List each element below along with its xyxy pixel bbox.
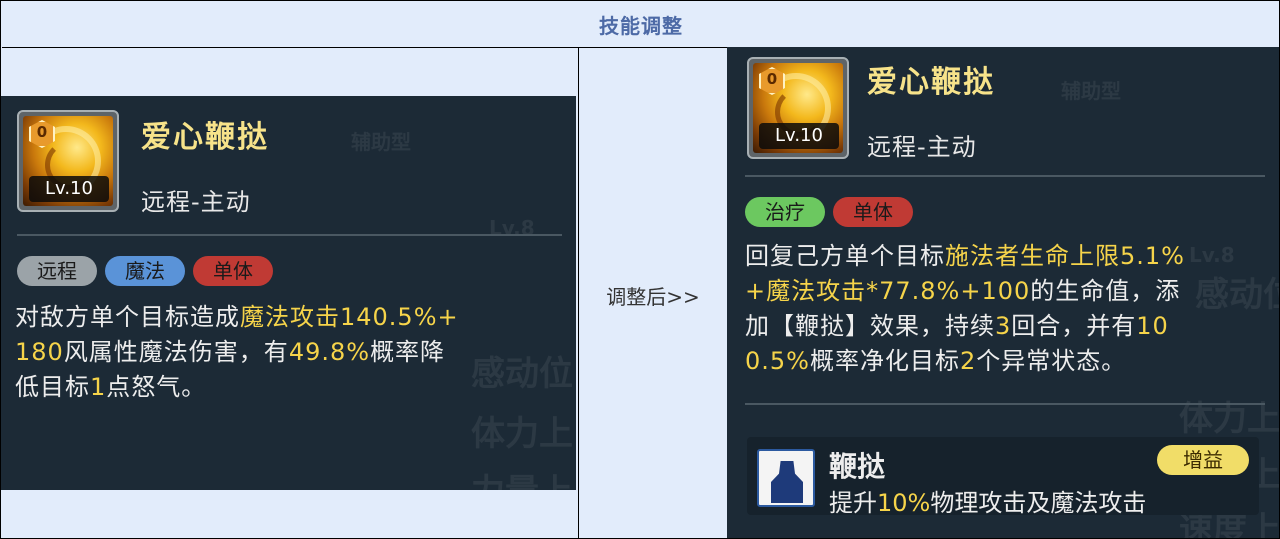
desc-highlight: +魔法攻击*77.8%+100 [745, 277, 1031, 305]
desc-highlight: 2 [959, 347, 977, 375]
skill-name: 爱心鞭挞 [141, 120, 269, 155]
buff-desc-highlight: 10% [877, 489, 931, 517]
watermark-text: 体力上 [471, 414, 573, 454]
watermark-text: 力量上 [471, 464, 573, 490]
divider [17, 234, 562, 236]
skill-type: 远程-主动 [867, 133, 977, 161]
desc-segment: 个异常状态。 [976, 347, 1127, 375]
after-adjust-label: 调整后>> [606, 285, 700, 309]
tag-heal: 治疗 [745, 197, 825, 227]
desc-segment: 点怒气。 [106, 373, 207, 401]
buff-card: 鞭挞 增益 提升10%物理攻击及魔法攻击 [747, 437, 1259, 518]
desc-highlight: 3 [995, 312, 1012, 340]
desc-highlight: 魔法攻击140.5%+ [240, 303, 459, 331]
skill-panel-after: 辅助型 Lv.8 感动位 体力上 力量上 速度上 0 Lv.10 爱心鞭挞 远程… [727, 47, 1279, 538]
buff-desc-segment: 提升 [829, 489, 877, 517]
skill-panel-before: 辅助型 Lv.8 感动位 体力上 力量上 0 Lv.10 爱心鞭挞 远程-主动 … [1, 96, 576, 490]
desc-segment: 低目标 [15, 373, 90, 401]
buff-figure-icon [757, 449, 815, 507]
page-title: 技能调整 [599, 14, 683, 38]
desc-segment: 对敌方单个目标造成 [15, 303, 240, 331]
watermark-text: 辅助型 [1061, 79, 1121, 103]
desc-segment: 回合，并有 [1011, 312, 1137, 340]
desc-segment: 概率净化目标 [809, 347, 960, 375]
skill-description: 对敌方单个目标造成魔法攻击140.5%+ 180风属性魔法伤害，有49.8%概率… [15, 300, 565, 405]
tag-ranged: 远程 [17, 256, 97, 286]
skill-rank: 0 [766, 70, 778, 88]
desc-highlight: 49.8% [288, 338, 371, 366]
tag-single: 单体 [193, 256, 273, 286]
divider [745, 175, 1265, 177]
skill-level: Lv.10 [29, 176, 109, 202]
desc-highlight: 10 [1136, 312, 1169, 340]
skill-level: Lv.10 [759, 123, 839, 149]
desc-segment: 的生命值，添 [1030, 277, 1181, 305]
skill-description: 回复己方单个目标施法者生命上限5.1% +魔法攻击*77.8%+100的生命值，… [745, 239, 1275, 379]
skill-icon: 0 Lv.10 [17, 110, 119, 212]
skill-type: 远程-主动 [141, 188, 251, 216]
table-header: 技能调整 [2, 2, 1280, 48]
desc-segment: 加【鞭挞】效果，持续 [745, 312, 995, 340]
desc-highlight: 180 [15, 338, 64, 366]
tag-list: 远程 魔法 单体 [17, 256, 273, 286]
buff-name: 鞭挞 [829, 450, 886, 483]
desc-segment: 概率降 [370, 338, 446, 366]
watermark-text: Lv.8 [489, 216, 535, 240]
desc-segment: 风属性魔法伤害，有 [63, 338, 289, 366]
desc-segment: 回复己方单个目标 [745, 242, 945, 270]
divider [745, 403, 1265, 405]
buff-badge: 增益 [1157, 445, 1249, 475]
skill-name: 爱心鞭挞 [867, 65, 995, 100]
watermark-text: 体力上 [1179, 399, 1279, 439]
buff-desc-segment: 物理攻击及魔法攻击 [930, 489, 1147, 517]
desc-highlight: 1 [90, 373, 107, 401]
skill-icon: 0 Lv.10 [747, 57, 849, 159]
desc-highlight: 施法者生命上限5.1% [945, 242, 1185, 270]
watermark-text: 辅助型 [351, 130, 411, 154]
buff-description: 提升10%物理攻击及魔法攻击 [829, 483, 1146, 518]
tag-list: 治疗 单体 [745, 197, 913, 227]
tag-single: 单体 [833, 197, 913, 227]
skill-rank: 0 [36, 123, 48, 141]
desc-highlight: 0.5% [745, 347, 810, 375]
tag-magic: 魔法 [105, 256, 185, 286]
